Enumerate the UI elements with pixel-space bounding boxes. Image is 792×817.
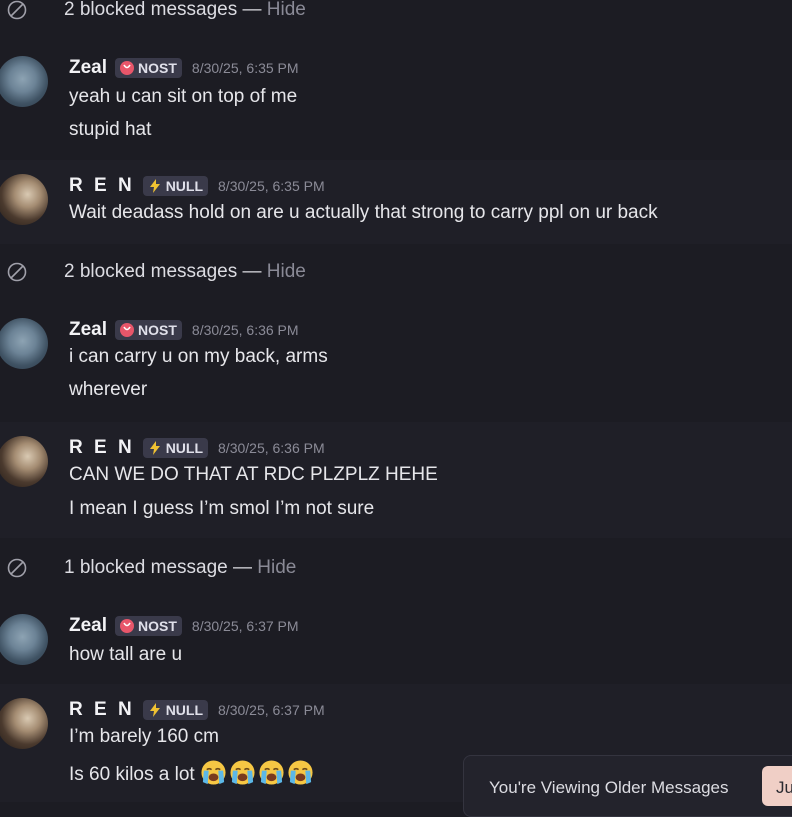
message-timestamp[interactable]: 8/30/25, 6:35 PM (192, 60, 299, 76)
message-timestamp[interactable]: 8/30/25, 6:37 PM (218, 702, 325, 718)
avatar[interactable] (0, 56, 48, 107)
message-text-content: Is 60 kilos a lot (69, 764, 195, 785)
loudly-crying-face-icon (288, 760, 313, 785)
guild-tag-label: NOST (138, 618, 177, 634)
guild-tag[interactable]: NULL (142, 438, 209, 458)
message-text: stupid hat (69, 119, 152, 140)
jump-to-present-button[interactable]: Ju (762, 766, 792, 806)
hide-blocked-link[interactable]: Hide (267, 261, 306, 282)
message-text: yeah u can sit on top of me (69, 86, 298, 107)
message-group[interactable]: Zeal NOST 8/30/25, 6:35 PM yeah u can si… (0, 44, 792, 150)
guild-tag-label: NULL (165, 178, 204, 194)
author-name[interactable]: Zeal (69, 319, 107, 341)
guild-tag[interactable]: NULL (142, 700, 209, 720)
message-text: CAN WE DO THAT AT RDC PLZPLZ HEHE (69, 464, 438, 485)
blocked-messages-row: 1 blocked message — Hide (0, 554, 792, 582)
hide-blocked-link[interactable]: Hide (267, 0, 306, 20)
blocked-messages-count: 1 blocked message — (64, 557, 252, 578)
blocked-messages-count: 2 blocked messages — (64, 0, 262, 20)
loudly-crying-face-icon (259, 760, 284, 785)
message-group[interactable]: R E N NULL 8/30/25, 6:35 PM Wait deadass… (0, 160, 792, 244)
loudly-crying-face-icon (230, 760, 255, 785)
message-text: wherever (69, 379, 148, 400)
blocked-icon (7, 262, 27, 282)
message-text: Wait deadass hold on are u actually that… (69, 202, 658, 223)
guild-tag-label: NOST (138, 322, 177, 338)
guild-tag[interactable]: NOST (115, 320, 182, 340)
lightning-bolt-icon (149, 179, 160, 193)
lightning-bolt-icon (149, 703, 160, 717)
message-group[interactable]: Zeal NOST 8/30/25, 6:36 PM i can carry u… (0, 306, 792, 412)
emoji-row (200, 760, 316, 785)
older-messages-bar: You're Viewing Older Messages Ju (463, 755, 792, 817)
blocked-messages-row: 2 blocked messages — Hide (0, 258, 792, 286)
message-timestamp[interactable]: 8/30/25, 6:36 PM (192, 322, 299, 338)
guild-tag[interactable]: NULL (142, 176, 209, 196)
guild-tag[interactable]: NOST (115, 58, 182, 78)
avatar[interactable] (0, 614, 48, 665)
guild-tag-label: NOST (138, 60, 177, 76)
lightning-bolt-icon (149, 441, 160, 455)
avatar[interactable] (0, 698, 48, 749)
message-text: i can carry u on my back, arms (69, 346, 328, 367)
message-feed[interactable]: 2 blocked messages — Hide Zeal NOST 8/30… (0, 0, 792, 817)
jump-to-present-label: Ju (776, 778, 792, 797)
author-name[interactable]: R E N (69, 437, 135, 459)
message-group[interactable]: Zeal NOST 8/30/25, 6:37 PM how tall are … (0, 602, 792, 682)
message-timestamp[interactable]: 8/30/25, 6:37 PM (192, 618, 299, 634)
nost-tag-icon (120, 323, 135, 337)
message-timestamp[interactable]: 8/30/25, 6:35 PM (218, 178, 325, 194)
message-text: I mean I guess I’m smol I’m not sure (69, 498, 375, 519)
nost-tag-icon (120, 619, 135, 633)
blocked-icon (7, 0, 27, 20)
author-name[interactable]: Zeal (69, 57, 107, 79)
avatar[interactable] (0, 174, 48, 225)
guild-tag[interactable]: NOST (115, 616, 182, 636)
author-name[interactable]: Zeal (69, 615, 107, 637)
author-name[interactable]: R E N (69, 175, 135, 197)
blocked-messages-count: 2 blocked messages — (64, 261, 262, 282)
guild-tag-label: NULL (165, 702, 204, 718)
avatar[interactable] (0, 318, 48, 369)
message-text: I’m barely 160 cm (69, 726, 219, 747)
older-messages-label: You're Viewing Older Messages (489, 778, 729, 797)
hide-blocked-link[interactable]: Hide (257, 557, 296, 578)
message-group[interactable]: R E N NULL 8/30/25, 6:36 PM CAN WE DO TH… (0, 422, 792, 538)
blocked-icon (7, 558, 27, 578)
guild-tag-label: NULL (165, 440, 204, 456)
blocked-messages-row: 2 blocked messages — Hide (0, 0, 792, 24)
message-text: Is 60 kilos a lot (69, 759, 316, 786)
nost-tag-icon (120, 61, 135, 75)
avatar[interactable] (0, 436, 48, 487)
message-timestamp[interactable]: 8/30/25, 6:36 PM (218, 440, 325, 456)
loudly-crying-face-icon (201, 760, 226, 785)
message-text: how tall are u (69, 644, 183, 665)
author-name[interactable]: R E N (69, 699, 135, 721)
